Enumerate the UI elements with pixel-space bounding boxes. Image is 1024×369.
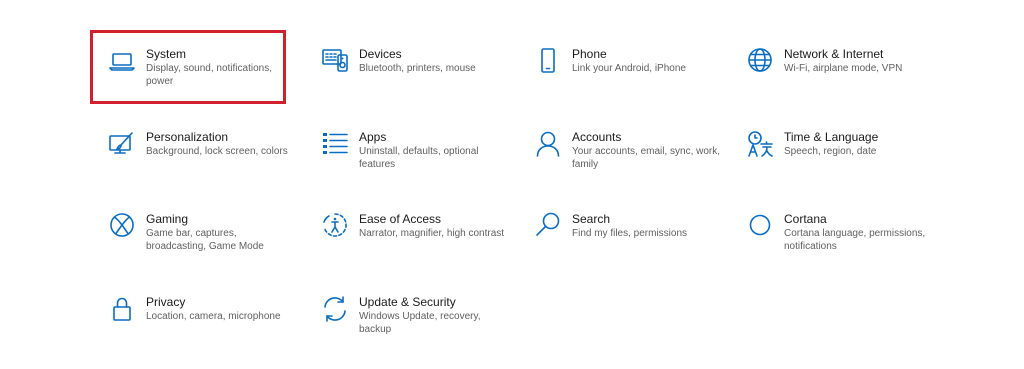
- settings-tile-update-security[interactable]: Update & Security Windows Update, recove…: [307, 295, 507, 361]
- tile-title: System: [146, 47, 187, 61]
- tile-description: Link your Android, iPhone: [572, 63, 686, 74]
- person-icon: [534, 130, 562, 158]
- cortana-icon: [746, 212, 774, 240]
- globe-icon: [746, 47, 774, 75]
- settings-tile-search[interactable]: Search Find my files, permissions: [520, 212, 720, 278]
- tile-title: Ease of Access: [359, 212, 442, 226]
- tile-title: Apps: [359, 130, 387, 144]
- tile-description: Wi-Fi, airplane mode, VPN: [784, 63, 903, 74]
- tile-title: Update & Security: [359, 295, 456, 309]
- xbox-icon: [108, 212, 136, 240]
- tile-description: Narrator, magnifier, high contrast: [359, 228, 505, 239]
- apps-list-icon: [321, 130, 349, 158]
- settings-tile-system[interactable]: System Display, sound, notifications, po…: [94, 47, 294, 113]
- tile-title: Phone: [572, 47, 607, 61]
- tile-description: Cortana language, permissions, notificat…: [784, 228, 926, 252]
- ease-of-access-icon: [321, 212, 349, 240]
- time-language-icon: [746, 130, 774, 158]
- tile-description: Bluetooth, printers, mouse: [359, 63, 476, 74]
- tile-description: Display, sound, notifications, power: [146, 63, 272, 87]
- tile-description: Windows Update, recovery, backup: [359, 311, 481, 335]
- tile-title: Search: [572, 212, 611, 226]
- settings-tile-personalization[interactable]: Personalization Background, lock screen,…: [94, 130, 294, 196]
- lock-icon: [108, 295, 136, 323]
- sync-icon: [321, 295, 349, 323]
- settings-tile-time-language[interactable]: Time & Language Speech, region, date: [732, 130, 932, 196]
- tile-title: Cortana: [784, 212, 827, 226]
- settings-tile-ease-of-access[interactable]: Ease of Access Narrator, magnifier, high…: [307, 212, 507, 278]
- settings-tile-phone[interactable]: Phone Link your Android, iPhone: [520, 47, 720, 113]
- tile-description: Find my files, permissions: [572, 228, 688, 239]
- tile-description: Game bar, captures, broadcasting, Game M…: [146, 228, 264, 252]
- laptop-icon: [108, 47, 136, 75]
- personalization-icon: [108, 130, 136, 158]
- settings-tile-cortana[interactable]: Cortana Cortana language, permissions, n…: [732, 212, 932, 278]
- settings-tile-network[interactable]: Network & Internet Wi-Fi, airplane mode,…: [732, 47, 932, 113]
- tile-title: Devices: [359, 47, 402, 61]
- tile-description: Background, lock screen, colors: [146, 146, 288, 157]
- phone-icon: [534, 47, 562, 75]
- tile-title: Personalization: [146, 130, 229, 144]
- devices-icon: [321, 47, 349, 75]
- tile-title: Privacy: [146, 295, 186, 309]
- settings-tile-gaming[interactable]: Gaming Game bar, captures, broadcasting,…: [94, 212, 294, 278]
- settings-tile-privacy[interactable]: Privacy Location, camera, microphone: [94, 295, 294, 361]
- tile-description: Your accounts, email, sync, work, family: [572, 146, 721, 170]
- tile-description: Location, camera, microphone: [146, 311, 281, 322]
- tile-title: Gaming: [146, 212, 189, 226]
- settings-tile-accounts[interactable]: Accounts Your accounts, email, sync, wor…: [520, 130, 720, 196]
- tile-description: Speech, region, date: [784, 146, 877, 157]
- settings-tile-apps[interactable]: Apps Uninstall, defaults, optional featu…: [307, 130, 507, 196]
- tile-title: Network & Internet: [784, 47, 884, 61]
- search-icon: [534, 212, 562, 240]
- tile-title: Accounts: [572, 130, 622, 144]
- tile-description: Uninstall, defaults, optional features: [359, 146, 479, 170]
- settings-tile-devices[interactable]: Devices Bluetooth, printers, mouse: [307, 47, 507, 113]
- tile-title: Time & Language: [784, 130, 879, 144]
